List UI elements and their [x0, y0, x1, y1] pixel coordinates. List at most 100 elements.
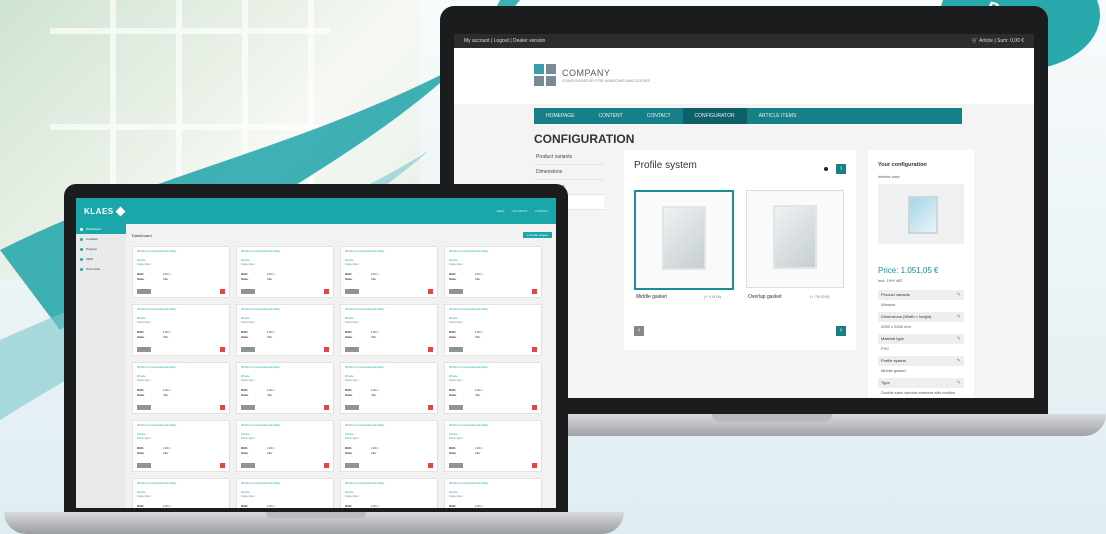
edit-button[interactable]: [345, 347, 359, 352]
project-card[interactable]: Window 2 Crosses Bracelet-Fabry Window Fra…: [236, 304, 334, 356]
edit-button[interactable]: [241, 289, 255, 294]
card-title[interactable]: Window 2 Crosses Bracelet-Fabry: [449, 424, 539, 427]
edit-button[interactable]: [137, 405, 151, 410]
sidebar-item-crm[interactable]: CRM: [76, 254, 126, 264]
card-title[interactable]: Window 2 Crosses Bracelet-Fabry: [241, 482, 331, 485]
project-card[interactable]: Window 2 Crosses Bracelet-Fabry Window Fra…: [236, 420, 334, 472]
card-title[interactable]: Window 2 Crosses Bracelet-Fabry: [137, 424, 227, 427]
pencil-icon[interactable]: ✎: [957, 292, 961, 298]
delete-icon[interactable]: [428, 347, 433, 352]
sidebar-item-team-chat[interactable]: Team chat: [76, 264, 126, 274]
edit-button[interactable]: [449, 463, 463, 468]
delete-icon[interactable]: [532, 347, 537, 352]
card-title[interactable]: Window 2 Crosses Bracelet-Fabry: [137, 366, 227, 369]
delete-icon[interactable]: [532, 463, 537, 468]
card-title[interactable]: Window 2 Crosses Bracelet-Fabry: [241, 424, 331, 427]
card-title[interactable]: Window 2 Crosses Bracelet-Fabry: [345, 366, 435, 369]
delete-icon[interactable]: [220, 289, 225, 294]
edit-button[interactable]: [241, 405, 255, 410]
delete-icon[interactable]: [428, 405, 433, 410]
nav-homepage[interactable]: HOMEPAGE: [534, 108, 587, 124]
option-overlap-gasket[interactable]: [746, 190, 844, 288]
klaes-logo[interactable]: KLAES: [84, 206, 126, 216]
sidebar-item-projects[interactable]: Projects: [76, 244, 126, 254]
delete-icon[interactable]: [220, 463, 225, 468]
project-card[interactable]: Window 2 Crosses Bracelet-Fabry Window Fra…: [444, 362, 542, 414]
project-card[interactable]: Window 2 Crosses Bracelet-Fabry Window Fra…: [340, 420, 438, 472]
sidebar-item-contacts[interactable]: Contacts: [76, 234, 126, 244]
option-middle-gasket[interactable]: [634, 190, 734, 290]
cart-summary[interactable]: 🛒 Article | Sum: 0,00 €: [972, 38, 1024, 44]
card-title[interactable]: Window 2 Crosses Bracelet-Fabry: [241, 250, 331, 253]
logout-button[interactable]: LOGOUT: [535, 209, 548, 213]
sidebar-item-dashboard[interactable]: Dashboard: [76, 224, 126, 234]
delete-icon[interactable]: [220, 347, 225, 352]
pencil-icon[interactable]: ✎: [957, 336, 961, 342]
logout-link[interactable]: Logout: [494, 38, 509, 44]
edit-button[interactable]: [345, 289, 359, 294]
edit-button[interactable]: [137, 347, 151, 352]
nav-content[interactable]: CONTENT: [587, 108, 635, 124]
project-card[interactable]: Window 2 Crosses Bracelet-Fabry Window Fra…: [444, 304, 542, 356]
project-card[interactable]: Window 2 Crosses Bracelet-Fabry Window Fra…: [340, 362, 438, 414]
pencil-icon[interactable]: ✎: [957, 380, 961, 386]
info-icon[interactable]: [824, 167, 828, 171]
pencil-icon[interactable]: ✎: [957, 314, 961, 320]
create-project-button[interactable]: + Create project: [522, 232, 552, 238]
edit-button[interactable]: [137, 463, 151, 468]
dealer-version-link[interactable]: Dealer version: [513, 38, 545, 44]
account-button[interactable]: ACCOUNT: [512, 209, 527, 213]
chevron-right-icon[interactable]: ›: [836, 164, 846, 174]
delete-icon[interactable]: [324, 347, 329, 352]
chevron-right-icon[interactable]: ›: [836, 326, 846, 336]
project-card[interactable]: Window 2 Crosses Bracelet-Fabry Window Fra…: [132, 420, 230, 472]
card-title[interactable]: Window 2 Crosses Bracelet-Fabry: [449, 482, 539, 485]
card-title[interactable]: Window 2 Crosses Bracelet-Fabry: [345, 308, 435, 311]
project-card[interactable]: Window 2 Crosses Bracelet-Fabry Window Fra…: [236, 362, 334, 414]
edit-button[interactable]: [241, 463, 255, 468]
project-card[interactable]: Window 2 Crosses Bracelet-Fabry Window Fra…: [236, 478, 334, 508]
project-card[interactable]: Window 2 Crosses Bracelet-Fabry Window Fra…: [236, 246, 334, 298]
edit-button[interactable]: [345, 405, 359, 410]
card-title[interactable]: Window 2 Crosses Bracelet-Fabry: [241, 366, 331, 369]
nav-article-items[interactable]: ARTICLE ITEMS: [747, 108, 809, 124]
delete-icon[interactable]: [428, 289, 433, 294]
delete-icon[interactable]: [428, 463, 433, 468]
card-title[interactable]: Window 2 Crosses Bracelet-Fabry: [449, 366, 539, 369]
nav-contact[interactable]: CONTACT: [635, 108, 683, 124]
edit-button[interactable]: [449, 347, 463, 352]
card-title[interactable]: Window 2 Crosses Bracelet-Fabry: [137, 308, 227, 311]
edit-button[interactable]: [137, 289, 151, 294]
card-title[interactable]: Window 2 Crosses Bracelet-Fabry: [137, 250, 227, 253]
edit-button[interactable]: [449, 289, 463, 294]
project-card[interactable]: Window 2 Crosses Bracelet-Fabry Window Fra…: [340, 246, 438, 298]
card-title[interactable]: Window 2 Crosses Bracelet-Fabry: [345, 250, 435, 253]
project-card[interactable]: Window 2 Crosses Bracelet-Fabry Window Fra…: [444, 420, 542, 472]
delete-icon[interactable]: [324, 405, 329, 410]
project-card[interactable]: Window 2 Crosses Bracelet-Fabry Window Fra…: [340, 304, 438, 356]
delete-icon[interactable]: [324, 463, 329, 468]
card-title[interactable]: Window 2 Crosses Bracelet-Fabry: [345, 424, 435, 427]
chevron-left-icon[interactable]: ‹: [634, 326, 644, 336]
step-product-variants[interactable]: Product variants: [534, 150, 604, 165]
card-title[interactable]: Window 2 Crosses Bracelet-Fabry: [137, 482, 227, 485]
delete-icon[interactable]: [220, 405, 225, 410]
card-title[interactable]: Window 2 Crosses Bracelet-Fabry: [449, 308, 539, 311]
card-title[interactable]: Window 2 Crosses Bracelet-Fabry: [241, 308, 331, 311]
card-title[interactable]: Window 2 Crosses Bracelet-Fabry: [345, 482, 435, 485]
project-card[interactable]: Window 2 Crosses Bracelet-Fabry Window Fra…: [132, 362, 230, 414]
project-card[interactable]: Window 2 Crosses Bracelet-Fabry Window Fra…: [340, 478, 438, 508]
step-dimensions[interactable]: Dimensions: [534, 165, 604, 180]
my-account-link[interactable]: My account: [464, 38, 490, 44]
help-button[interactable]: HELP: [497, 209, 505, 213]
edit-button[interactable]: [449, 405, 463, 410]
card-title[interactable]: Window 2 Crosses Bracelet-Fabry: [449, 250, 539, 253]
nav-configurator[interactable]: CONFIGURATOR: [682, 108, 747, 124]
pencil-icon[interactable]: ✎: [957, 358, 961, 364]
project-card[interactable]: Window 2 Crosses Bracelet-Fabry Window Fra…: [132, 478, 230, 508]
project-card[interactable]: Window 2 Crosses Bracelet-Fabry Window Fra…: [132, 304, 230, 356]
edit-button[interactable]: [241, 347, 255, 352]
delete-icon[interactable]: [532, 289, 537, 294]
project-card[interactable]: Window 2 Crosses Bracelet-Fabry Window Fra…: [444, 478, 542, 508]
edit-button[interactable]: [345, 463, 359, 468]
